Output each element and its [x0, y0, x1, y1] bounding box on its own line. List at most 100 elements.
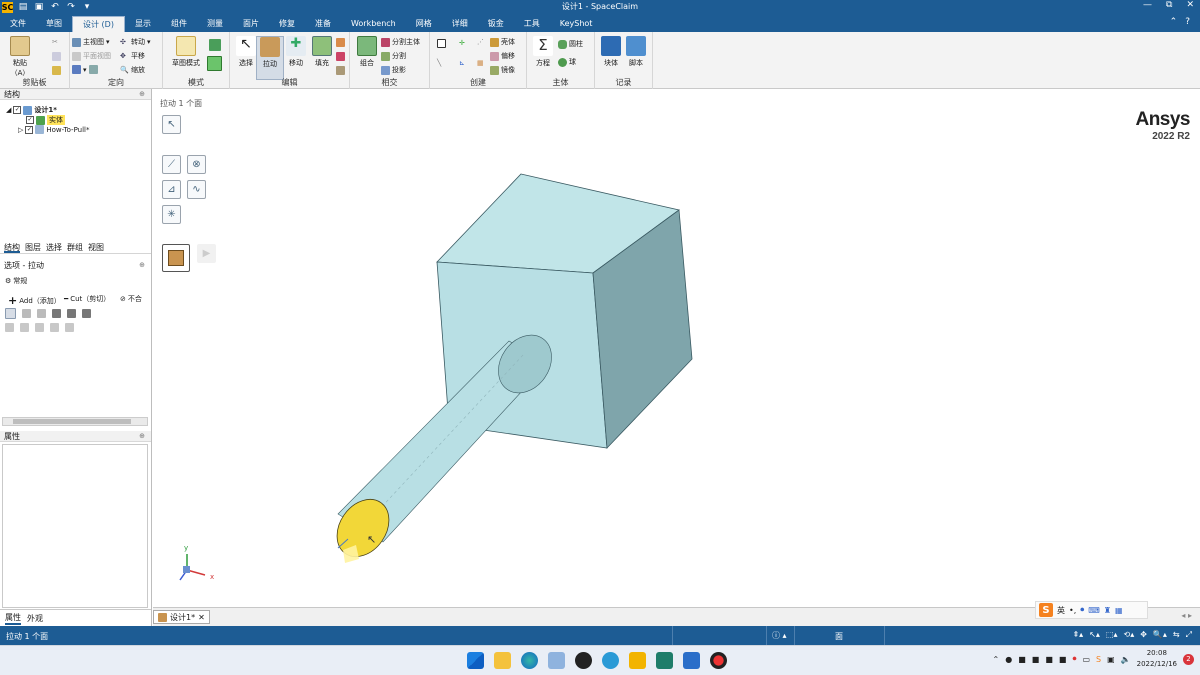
tab-structure[interactable]: 结构: [4, 241, 20, 253]
microphone-icon[interactable]: ⏺: [1080, 605, 1084, 615]
close-button[interactable]: ✕: [1186, 0, 1194, 10]
punctuation-icon[interactable]: •,: [1069, 606, 1076, 615]
skin-icon[interactable]: ♜: [1104, 606, 1111, 615]
tab-sketch[interactable]: 草图: [36, 16, 72, 32]
home-view-button[interactable]: 主视图 ▾: [72, 37, 110, 47]
ruled-icon[interactable]: [52, 309, 61, 318]
fit-view-icon[interactable]: ⤢: [1186, 630, 1192, 640]
toolbox-icon[interactable]: ▦: [1115, 606, 1123, 615]
cylinder-button[interactable]: 圆柱: [558, 39, 583, 49]
offset-button[interactable]: 偏移: [490, 51, 515, 61]
recorder-icon[interactable]: [710, 652, 727, 669]
plane-button[interactable]: [437, 39, 446, 48]
pan-button[interactable]: ✥ 平移: [120, 51, 145, 61]
file-explorer-icon[interactable]: [494, 652, 511, 669]
notification-badge[interactable]: 2: [1183, 653, 1194, 665]
scrollbar-thumb[interactable]: [13, 419, 131, 424]
start-menu-icon[interactable]: [467, 652, 484, 669]
collapse-ribbon-icon[interactable]: ⌃: [1170, 17, 1178, 27]
restore-button[interactable]: ⧉: [1166, 0, 1172, 10]
equation-button[interactable]: Σ 方程: [529, 36, 557, 68]
browser-icon[interactable]: [602, 652, 619, 669]
no-merge-option[interactable]: ⊘ 不合: [120, 294, 142, 304]
spaceclaim-taskbar-icon[interactable]: [629, 652, 646, 669]
tree-item-how-to-pull[interactable]: ▷ ✓ How-To-Pull*: [18, 125, 90, 134]
tree-item-design[interactable]: ◢ ✓ 设计1*: [6, 105, 57, 115]
tray-app-icon[interactable]: ●: [1005, 655, 1012, 664]
document-tab[interactable]: 设计1* ✕: [153, 610, 210, 624]
format-painter-button[interactable]: [52, 66, 61, 75]
view-history-icon[interactable]: ⇆: [1173, 630, 1180, 640]
sogou-icon[interactable]: S: [1039, 603, 1053, 617]
cut-button[interactable]: ✂: [52, 38, 61, 47]
ime-tray-icon[interactable]: S: [1096, 655, 1101, 664]
script-button[interactable]: 脚本: [622, 36, 650, 68]
tab-workbench[interactable]: Workbench: [341, 16, 406, 32]
edit-extra-1[interactable]: [336, 38, 345, 47]
visibility-checkbox[interactable]: ✓: [13, 106, 22, 114]
pivot-icon[interactable]: [67, 309, 76, 318]
zoom-button[interactable]: 🔍 缩放: [120, 65, 145, 75]
tray-app-icon[interactable]: ■: [1059, 655, 1067, 664]
clock[interactable]: 20:08 2022/12/16: [1137, 648, 1177, 670]
tab-repair[interactable]: 修复: [269, 16, 305, 32]
revolve-icon[interactable]: [35, 323, 44, 332]
minimize-button[interactable]: —: [1143, 0, 1152, 10]
tray-app-icon[interactable]: ■: [1032, 655, 1040, 664]
tab-design[interactable]: 设计 (D): [72, 16, 125, 32]
help-icon[interactable]: ?: [1185, 17, 1190, 27]
notepad-icon[interactable]: [683, 652, 700, 669]
split-body-button[interactable]: 分割主体: [381, 37, 420, 47]
tab-facets[interactable]: 面片: [233, 16, 269, 32]
edit-extra-2[interactable]: [336, 52, 345, 61]
selection-filter[interactable]: 面: [794, 626, 884, 645]
combine-button[interactable]: 组合: [353, 36, 381, 68]
tab-groups[interactable]: 群组: [67, 241, 83, 253]
tab-detail[interactable]: 详细: [442, 16, 478, 32]
view-cube-button[interactable]: ▾: [72, 65, 98, 74]
split-button[interactable]: 分割: [381, 51, 406, 61]
tab-properties[interactable]: 属性: [5, 612, 21, 625]
tab-prepare[interactable]: 准备: [305, 16, 341, 32]
excel-like-icon[interactable]: [656, 652, 673, 669]
sphere-button[interactable]: 球: [558, 57, 576, 67]
section-mode-button[interactable]: [209, 39, 221, 51]
visibility-checkbox[interactable]: ✓: [25, 125, 34, 134]
pin-icon[interactable]: ⊕: [139, 431, 145, 442]
tab-layers[interactable]: 图层: [25, 241, 41, 253]
up-to-icon[interactable]: [37, 309, 46, 318]
copy-button[interactable]: [52, 52, 61, 61]
pin-icon[interactable]: ⊕: [139, 89, 145, 100]
tab-display[interactable]: 显示: [125, 16, 161, 32]
draft-icon[interactable]: [65, 323, 74, 332]
pin-icon[interactable]: ⊕: [139, 260, 145, 271]
extend-icon[interactable]: [20, 323, 29, 332]
tab-tools[interactable]: 工具: [514, 16, 550, 32]
tab-keyshot[interactable]: KeyShot: [550, 16, 603, 32]
fill-button[interactable]: 填充: [308, 36, 336, 68]
tray-app-icon[interactable]: ■: [1045, 655, 1053, 664]
tab-scroll-arrows[interactable]: ◂ ▸: [1181, 611, 1192, 620]
pull-button[interactable]: 拉动: [256, 36, 284, 80]
qq-icon[interactable]: [575, 652, 592, 669]
keyboard-icon[interactable]: ⌨: [1088, 606, 1100, 615]
tab-appearance[interactable]: 外观: [27, 613, 43, 624]
tab-file[interactable]: 文件: [0, 16, 36, 32]
visibility-checkbox[interactable]: ✓: [26, 116, 34, 124]
block-button[interactable]: 块体: [597, 36, 625, 68]
axis-button[interactable]: ⋰: [477, 38, 484, 46]
tab-sheet-metal[interactable]: 钣金: [478, 16, 514, 32]
horizontal-scrollbar[interactable]: [2, 417, 148, 426]
tab-selection[interactable]: 选择: [46, 241, 62, 253]
pan-status-icon[interactable]: ✥: [1140, 630, 1147, 640]
mirror-button[interactable]: 镜像: [490, 65, 515, 75]
edit-extra-3[interactable]: [336, 66, 345, 75]
info-dropdown[interactable]: ⓘ ▴: [766, 626, 794, 645]
paste-button[interactable]: 粘贴（A）: [6, 36, 34, 78]
options-general[interactable]: ⚙ 常规: [5, 276, 27, 286]
project-button[interactable]: 投影: [381, 65, 406, 75]
design-viewport[interactable]: 拉动 1 个面 ↖ ⟋ ⊗ ⊿ ∿ ✳ ▶ Ansys 2022 R2 ↖ y …: [153, 89, 1200, 607]
tab-mesh[interactable]: 网格: [406, 16, 442, 32]
pattern-button[interactable]: ▦: [477, 59, 484, 67]
pull-direction-icon[interactable]: [5, 308, 16, 319]
